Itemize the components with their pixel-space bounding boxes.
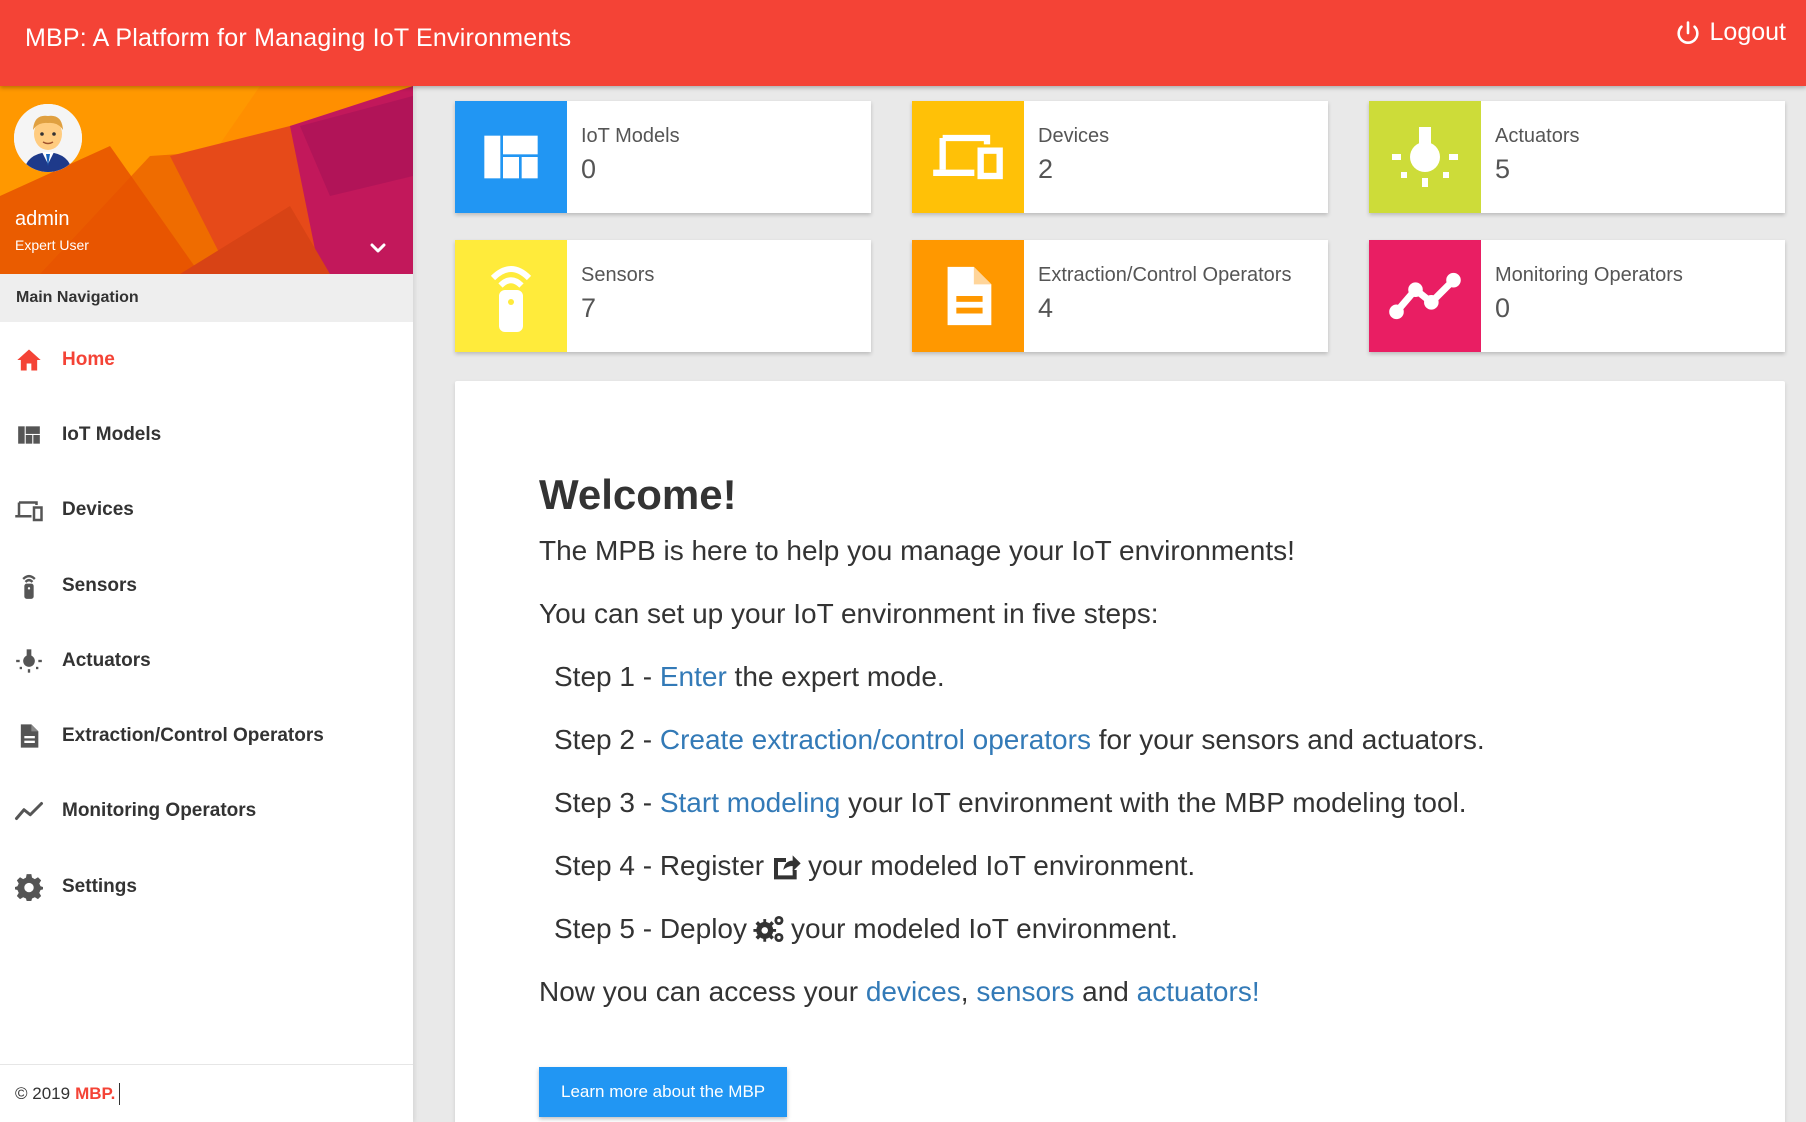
- infobox-count: 0: [581, 154, 597, 184]
- infobox-label: IoT Models: [581, 125, 680, 147]
- home-icon: [14, 345, 44, 375]
- infobox-count: 7: [581, 293, 597, 323]
- infobox-iot-models[interactable]: IoT Models 0: [455, 101, 871, 213]
- devices-icon: [14, 495, 44, 525]
- nav-heading: Main Navigation: [0, 274, 413, 322]
- infobox-actuators[interactable]: Actuators 5: [1369, 101, 1785, 213]
- top-navbar: MBP: A Platform for Managing IoT Environ…: [0, 0, 1806, 86]
- infobox-label: Extraction/Control Operators: [1038, 264, 1292, 286]
- share-square-icon: [769, 849, 803, 883]
- step-prefix: Step 2 -: [554, 724, 660, 755]
- infobox-label: Sensors: [581, 264, 655, 286]
- text-cursor: [119, 1082, 121, 1105]
- chevron-down-icon[interactable]: [366, 236, 390, 260]
- step-prefix: Step 4 - Register: [554, 850, 765, 881]
- dashboard-icon: [455, 101, 567, 213]
- sidebar-item-label: Extraction/Control Operators: [62, 725, 324, 747]
- document-icon: [912, 240, 1024, 352]
- step-2: Step 2 - Create extraction/control opera…: [554, 720, 1689, 760]
- sidebar-item-monitoring-operators[interactable]: Monitoring Operators: [0, 774, 413, 849]
- welcome-title: Welcome!: [539, 471, 737, 518]
- step-suffix: the expert mode.: [726, 661, 945, 692]
- step-5: Step 5 - Deploy your modeled IoT environm…: [554, 909, 1689, 949]
- trend-line-icon: [1369, 240, 1481, 352]
- avatar: [14, 104, 82, 172]
- create-operators-link[interactable]: Create extraction/control operators: [660, 720, 1091, 760]
- sidebar-item-label: Settings: [62, 875, 137, 897]
- user-info-panel: admin Expert User: [0, 86, 413, 274]
- access-and: and: [1074, 976, 1137, 1007]
- step-1: Step 1 - Enter the expert mode.: [554, 657, 1689, 697]
- lightbulb-icon: [1369, 101, 1481, 213]
- sidebar-item-label: Monitoring Operators: [62, 800, 257, 822]
- gear-icon: [14, 872, 44, 902]
- step-suffix: your modeled IoT environment.: [808, 850, 1196, 881]
- cogs-icon: [752, 912, 786, 946]
- step-3: Step 3 - Start modeling your IoT environ…: [554, 783, 1689, 823]
- main-nav: Home IoT Models Devices Sensors Actuator…: [0, 322, 413, 924]
- steps-intro: You can set up your IoT environment in f…: [539, 598, 1159, 629]
- sidebar-item-home[interactable]: Home: [0, 322, 413, 397]
- access-prefix: Now you can access your: [539, 976, 866, 1007]
- sidebar: admin Expert User Main Navigation Home I…: [0, 86, 413, 1122]
- logout-button[interactable]: Logout: [1674, 18, 1786, 47]
- step-prefix: Step 5 - Deploy: [554, 913, 747, 944]
- infobox-label: Devices: [1038, 125, 1110, 147]
- infobox-count: 2: [1038, 154, 1054, 184]
- step-prefix: Step 3 -: [554, 787, 660, 818]
- infobox-label: Monitoring Operators: [1495, 264, 1683, 286]
- sidebar-item-iot-models[interactable]: IoT Models: [0, 397, 413, 472]
- app-title: MBP: A Platform for Managing IoT Environ…: [25, 24, 572, 52]
- sidebar-item-sensors[interactable]: Sensors: [0, 548, 413, 623]
- infobox-sensors[interactable]: Sensors 7: [455, 240, 871, 352]
- user-name: admin: [15, 208, 70, 230]
- infobox-label: Actuators: [1495, 125, 1580, 147]
- step-suffix: your IoT environment with the MBP modeli…: [840, 787, 1467, 818]
- learn-more-button[interactable]: Learn more about the MBP: [539, 1067, 788, 1117]
- infobox-monitoring-operators[interactable]: Monitoring Operators 0: [1369, 240, 1785, 352]
- devices-link[interactable]: devices: [866, 976, 961, 1007]
- logout-label: Logout: [1709, 18, 1786, 46]
- sidebar-item-actuators[interactable]: Actuators: [0, 623, 413, 698]
- dashboard-icon: [14, 420, 44, 450]
- step-suffix: your modeled IoT environment.: [791, 913, 1179, 944]
- devices-icon: [912, 101, 1024, 213]
- sensor-remote-icon: [455, 240, 567, 352]
- step-suffix: for your sensors and actuators.: [1090, 724, 1485, 755]
- sidebar-item-label: IoT Models: [62, 423, 162, 445]
- sidebar-item-extraction-control-operators[interactable]: Extraction/Control Operators: [0, 698, 413, 773]
- sidebar-footer: © 2019 MBP.: [0, 1064, 413, 1122]
- infobox-count: 4: [1038, 293, 1054, 323]
- access-comma: ,: [960, 976, 969, 1007]
- welcome-intro: The MPB is here to help you manage your …: [539, 535, 1295, 566]
- step-prefix: Step 1 -: [554, 661, 660, 692]
- lightbulb-icon: [14, 646, 44, 676]
- welcome-card: Welcome! The MPB is here to help you man…: [455, 381, 1785, 1122]
- step-4: Step 4 - Register your modeled IoT enviro…: [554, 846, 1689, 886]
- actuators-link[interactable]: actuators!: [1137, 976, 1260, 1007]
- enter-expert-mode-link[interactable]: Enter: [660, 657, 727, 697]
- sidebar-item-label: Actuators: [62, 649, 151, 671]
- user-role: Expert User: [15, 237, 89, 253]
- infobox-count: 5: [1495, 154, 1511, 184]
- sensor-remote-icon: [14, 571, 44, 601]
- start-modeling-link[interactable]: Start modeling: [660, 783, 841, 823]
- sidebar-item-label: Home: [62, 348, 115, 370]
- sidebar-item-settings[interactable]: Settings: [0, 849, 413, 924]
- sidebar-item-devices[interactable]: Devices: [0, 473, 413, 548]
- copyright-text: © 2019: [15, 1083, 71, 1103]
- sidebar-item-label: Sensors: [62, 574, 137, 596]
- trend-line-icon: [14, 796, 44, 826]
- sidebar-item-label: Devices: [62, 499, 134, 521]
- document-icon: [14, 721, 44, 751]
- welcome-content: Welcome! The MPB is here to help you man…: [539, 471, 1689, 1117]
- infobox-count: 0: [1495, 293, 1511, 323]
- sensors-link[interactable]: sensors: [976, 976, 1074, 1007]
- infobox-extraction-control-operators[interactable]: Extraction/Control Operators 4: [912, 240, 1328, 352]
- access-line: Now you can access your devices, sensors…: [539, 972, 1689, 1012]
- brand-link[interactable]: MBP.: [75, 1084, 115, 1104]
- infobox-devices[interactable]: Devices 2: [912, 101, 1328, 213]
- power-icon: [1676, 20, 1699, 44]
